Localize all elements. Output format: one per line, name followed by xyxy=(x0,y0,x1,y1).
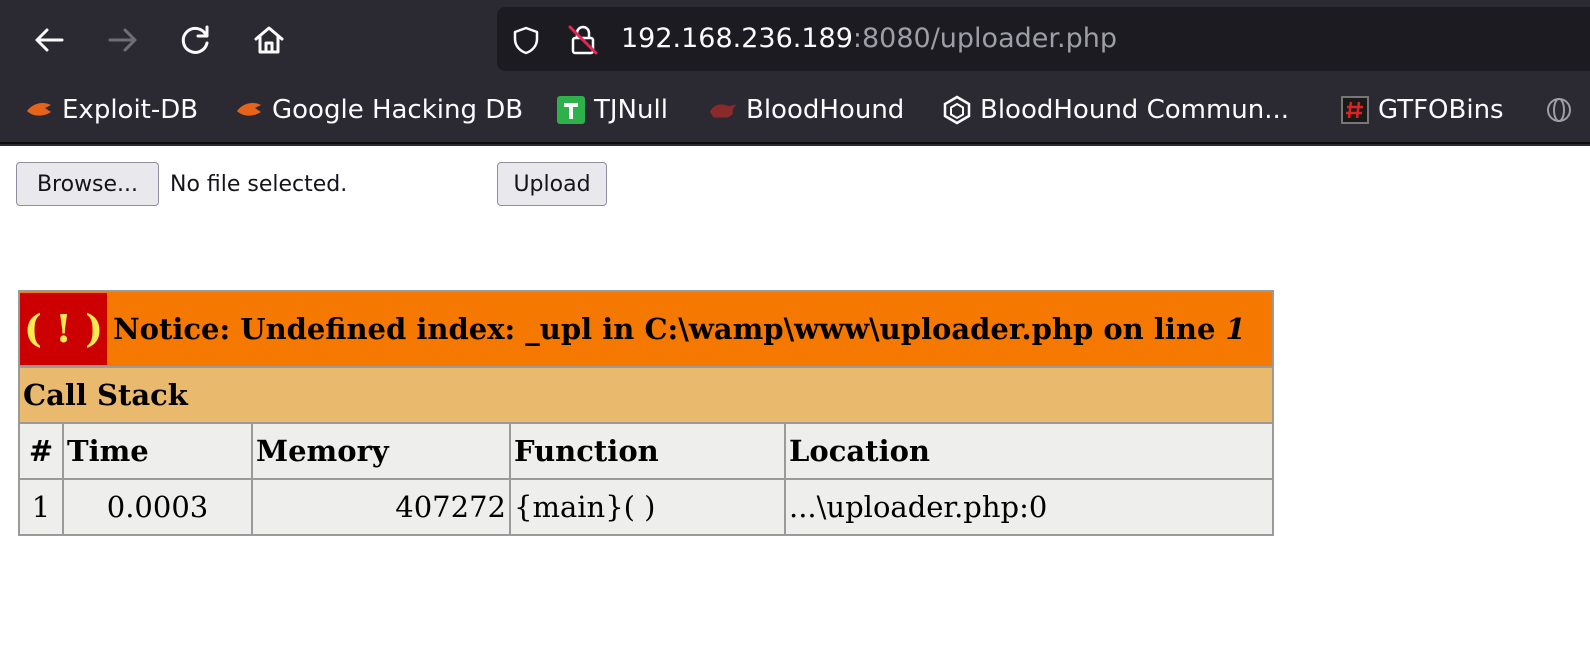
exploit-db-icon xyxy=(234,95,264,125)
url-host: 192.168.236.189 xyxy=(621,23,853,54)
url-path: :8080/uploader.php xyxy=(852,23,1117,54)
upload-button[interactable]: Upload xyxy=(497,162,607,206)
cell-location: ...\uploader.php:0 xyxy=(784,478,1274,536)
back-button[interactable] xyxy=(29,20,69,60)
xdebug-error-table: ( ! ) Notice: Undefined index: _upl in C:… xyxy=(18,290,1274,536)
reload-icon xyxy=(181,25,209,54)
bookmark-label: TJNull xyxy=(594,95,668,125)
insecure-lock-icon[interactable] xyxy=(567,24,599,56)
browse-button[interactable]: Browse... xyxy=(16,162,159,206)
url-bar[interactable]: 192.168.236.189:8080/uploader.php xyxy=(497,7,1590,71)
bookmark-google-hacking-db[interactable]: Google Hacking DB xyxy=(234,78,523,142)
bloodhound-icon xyxy=(708,95,738,125)
home-icon xyxy=(254,26,284,54)
bookmark-label: GTFOBins xyxy=(1378,95,1504,125)
bookmark-tjnull[interactable]: TJNull xyxy=(556,78,668,142)
call-stack-row: Call Stack xyxy=(18,366,1274,424)
globe-icon xyxy=(1544,95,1574,125)
forward-arrow-icon xyxy=(108,28,137,52)
bookmark-label: BloodHound xyxy=(746,95,905,125)
bookmark-bloodhound[interactable]: BloodHound xyxy=(708,78,904,142)
exploit-db-icon xyxy=(24,95,54,125)
column-header-num: # xyxy=(18,422,64,480)
bookmarks-toolbar: Exploit-DB Google Hacking DB TJNull Bloo… xyxy=(0,78,1590,144)
cell-function: {main}( ) xyxy=(509,478,786,536)
column-header-time: Time xyxy=(62,422,253,480)
browser-chrome: 192.168.236.189:8080/uploader.php Exploi… xyxy=(0,0,1590,146)
notice-message: Notice: Undefined index: _upl in C:\wamp… xyxy=(113,312,1246,346)
cell-memory: 407272 xyxy=(251,478,511,536)
url-text[interactable]: 192.168.236.189:8080/uploader.php xyxy=(621,7,1117,71)
shield-icon[interactable] xyxy=(511,25,541,55)
call-stack-heading: Call Stack xyxy=(18,366,1274,424)
notice-line-number: 1 xyxy=(1225,312,1246,346)
bookmark-gtfobins[interactable]: GTFOBins xyxy=(1340,78,1504,142)
bookmark-label: Google Hacking DB xyxy=(272,95,524,125)
cell-time: 0.0003 xyxy=(62,478,253,536)
table-row: 1 0.0003 407272 {main}( ) ...\uploader.p… xyxy=(18,478,1274,536)
home-button[interactable] xyxy=(249,20,289,60)
column-header-memory: Memory xyxy=(251,422,511,480)
forward-button[interactable] xyxy=(103,20,143,60)
column-header-function: Function xyxy=(509,422,786,480)
warning-badge-icon: ( ! ) xyxy=(20,293,108,365)
nav-toolbar: 192.168.236.189:8080/uploader.php xyxy=(0,0,1590,78)
notice-row: ( ! ) Notice: Undefined index: _upl in C:… xyxy=(18,290,1274,368)
bookmark-label: Exploit-DB xyxy=(62,95,199,125)
file-status: No file selected. xyxy=(170,172,348,197)
bloodhound-community-icon xyxy=(942,95,972,125)
notice-header: ( ! ) Notice: Undefined index: _upl in C:… xyxy=(18,290,1274,368)
cell-num: 1 xyxy=(18,478,64,536)
bookmark-bloodhound-community[interactable]: BloodHound Commun... xyxy=(942,78,1289,142)
notice-text: Notice: Undefined index: _upl in C:\wamp… xyxy=(113,312,1226,346)
bookmark-exploit-db[interactable]: Exploit-DB xyxy=(24,78,198,142)
reload-button[interactable] xyxy=(176,20,216,60)
bookmark-label: BloodHound Commun... xyxy=(980,95,1290,125)
column-header-location: Location xyxy=(784,422,1274,480)
back-arrow-icon xyxy=(35,28,64,52)
gtfobins-icon xyxy=(1340,95,1370,125)
column-header-row: # Time Memory Function Location xyxy=(18,422,1274,480)
tjnull-icon xyxy=(556,95,586,125)
bookmark-overflow[interactable] xyxy=(1544,78,1582,142)
